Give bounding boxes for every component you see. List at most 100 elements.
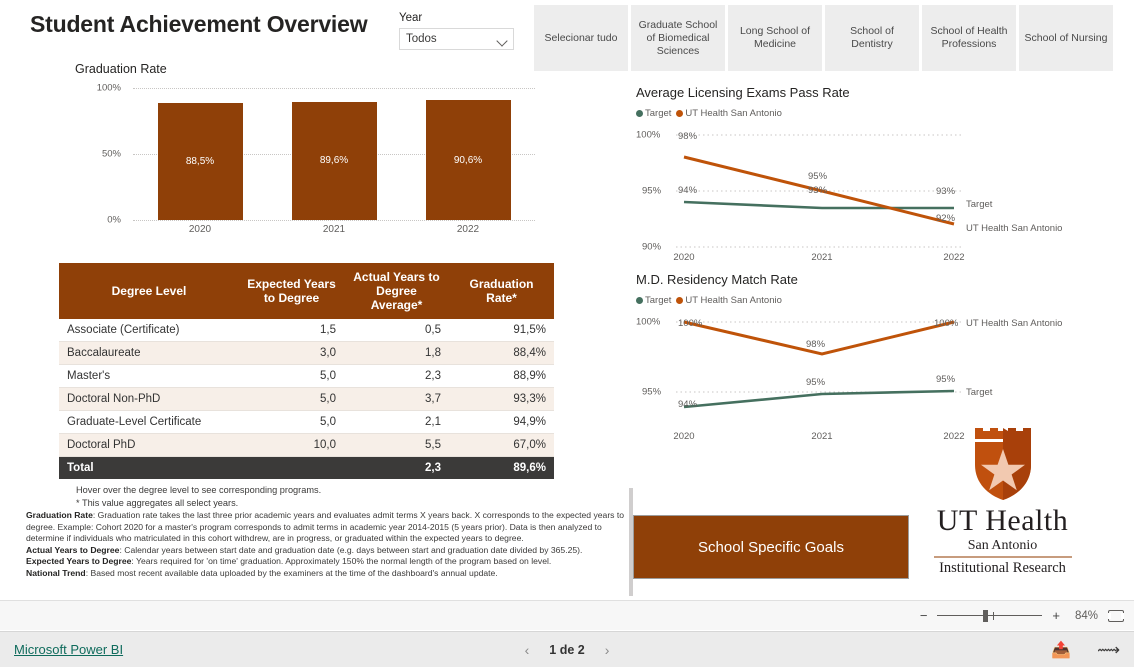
residency-match-legend: Target UT Health San Antonio (636, 295, 1134, 306)
graduation-rate-chart-title: Graduation Rate (75, 62, 167, 76)
cell-degree-level: Associate (Certificate) (59, 319, 239, 342)
footnote-label: Graduation Rate (26, 510, 93, 520)
bar[interactable]: 88,5% (157, 103, 243, 220)
table-row[interactable]: Master's 5,0 2,3 88,9% (59, 364, 554, 388)
data-label: 93% (936, 186, 956, 197)
school-button-biomedical-sciences[interactable]: Graduate School of Biomedical Sciences (631, 5, 725, 71)
legend-dot-icon (636, 110, 643, 117)
cell-actual-years: 2,3 (344, 364, 449, 388)
x-tick-label: 2020 (673, 431, 695, 442)
zoom-out-button[interactable]: − (920, 608, 928, 623)
cell-total-label: Total (59, 456, 239, 479)
column-header-degree-level[interactable]: Degree Level (59, 263, 239, 319)
cell-expected-years: 5,0 (239, 364, 344, 388)
zoom-percent-label: 84% (1074, 609, 1098, 622)
year-slicer: Year Todos (399, 12, 514, 50)
cell-expected-years: 10,0 (239, 433, 344, 457)
school-specific-goals-button[interactable]: School Specific Goals (633, 515, 909, 579)
x-tick-label: 2021 (322, 224, 346, 235)
school-button-nursing[interactable]: School of Nursing (1019, 5, 1113, 71)
bar[interactable]: 89,6% (291, 101, 377, 220)
graduation-rate-chart[interactable]: Graduation Rate 100% 50% 0% 88,5% 89,6% (63, 62, 553, 252)
fit-to-page-icon[interactable] (1108, 609, 1124, 622)
logo-ut-health-text: UT Health (936, 504, 1069, 537)
legend-dot-icon (676, 297, 684, 304)
shield-icon (974, 428, 1031, 500)
cell-actual-years: 3,7 (344, 387, 449, 411)
year-slicer-label: Year (399, 12, 423, 24)
legend-item-target[interactable]: Target (636, 108, 671, 119)
legend-label: Target (645, 295, 672, 306)
cell-expected-years: 3,0 (239, 341, 344, 365)
column-header-expected-years[interactable]: Expected Years to Degree (239, 263, 344, 319)
cell-actual-years: 1,8 (344, 341, 449, 365)
data-label: 95% (936, 374, 956, 385)
data-label: 92% (936, 213, 956, 224)
data-label: 98% (678, 131, 698, 142)
licensing-exams-chart[interactable]: Average Licensing Exams Pass Rate Target… (636, 85, 1134, 263)
residency-match-chart[interactable]: M.D. Residency Match Rate Target UT Heal… (636, 272, 1134, 447)
powerbi-report-viewer: Student Achievement Overview Year Todos … (0, 0, 1134, 667)
cell-actual-years: 0,5 (344, 319, 449, 342)
y-tick-label: 50% (101, 148, 121, 160)
legend-item-target[interactable]: Target (636, 295, 671, 306)
cell-total-actual: 2,3 (344, 456, 449, 479)
bar-value-label: 89,6% (319, 155, 349, 167)
data-label: 100% (934, 318, 959, 329)
cell-graduation-rate: 91,5% (449, 319, 554, 342)
data-label: 98% (806, 339, 826, 350)
x-tick-label: 2021 (811, 252, 833, 263)
degree-level-matrix[interactable]: Degree Level Expected Years to Degree Ac… (59, 263, 554, 479)
zoom-toolbar: − + 84% (0, 600, 1134, 630)
cell-graduation-rate: 93,3% (449, 387, 554, 411)
share-icon[interactable]: 📤 (1051, 640, 1071, 660)
microsoft-power-bi-link[interactable]: Microsoft Power BI (14, 642, 123, 657)
x-tick-label: 2020 (673, 252, 695, 263)
bar[interactable]: 90,6% (425, 100, 511, 220)
cell-degree-level: Baccalaureate (59, 341, 239, 365)
table-row[interactable]: Doctoral Non-PhD 5,0 3,7 93,3% (59, 387, 554, 411)
footnote-text: : Based most recent available data uploa… (85, 567, 498, 578)
table-row[interactable]: Graduate-Level Certificate 5,0 2,1 94,9% (59, 410, 554, 434)
cell-graduation-rate: 88,4% (449, 341, 554, 365)
cell-graduation-rate: 88,9% (449, 364, 554, 388)
gridline (133, 220, 535, 221)
graduation-rate-bars: 88,5% 89,6% 90,6% (133, 88, 535, 220)
school-button-medicine[interactable]: Long School of Medicine (728, 5, 822, 71)
table-row[interactable]: Baccalaureate 3,0 1,8 88,4% (59, 341, 554, 365)
data-label: 95% (806, 377, 826, 388)
y-tick-label: 100% (96, 82, 121, 94)
legend-label: Target (645, 108, 672, 119)
footnote-expected-years: Expected Years to Degree: Years required… (26, 556, 626, 568)
zoom-in-button[interactable]: + (1052, 608, 1060, 623)
graduation-rate-x-axis: 2020 2021 2022 (133, 224, 535, 235)
legend-item-ut-health[interactable]: UT Health San Antonio (676, 295, 782, 306)
next-page-icon[interactable]: › (605, 642, 610, 658)
year-slicer-dropdown[interactable]: Todos (399, 28, 514, 50)
x-tick-label: 2020 (188, 224, 212, 235)
footnote-hover: Hover over the degree level to see corre… (76, 485, 322, 495)
column-header-actual-years[interactable]: Actual Years to Degree Average* (344, 263, 449, 319)
school-button-health-professions[interactable]: School of Health Professions (922, 5, 1016, 71)
legend-dot-icon (676, 110, 684, 117)
zoom-slider-thumb[interactable] (983, 609, 989, 622)
footnote-text: : Calendar years between start date and … (119, 544, 583, 555)
column-header-graduation-rate[interactable]: Graduation Rate* (449, 263, 554, 319)
fullscreen-icon[interactable]: ⟿ (1097, 640, 1120, 660)
previous-page-icon[interactable]: ‹ (525, 642, 530, 658)
licensing-exams-chart-title: Average Licensing Exams Pass Rate (636, 85, 850, 100)
table-row[interactable]: Associate (Certificate) 1,5 0,5 91,5% (59, 319, 554, 342)
footnote-graduation-rate: Graduation Rate: Graduation rate takes t… (26, 510, 626, 545)
legend-label: UT Health San Antonio (685, 108, 782, 119)
ut-health-logo: UT Health San Antonio Institutional Rese… (925, 425, 1080, 577)
cell-expected-years: 1,5 (239, 319, 344, 342)
table-row[interactable]: Doctoral PhD 10,0 5,5 67,0% (59, 433, 554, 457)
bar-value-label: 88,5% (185, 156, 215, 168)
series-end-label-ut-health: UT Health San Antonio (966, 318, 1063, 329)
cell-expected-years: 5,0 (239, 387, 344, 411)
report-footer: Microsoft Power BI ‹ 1 de 2 › 📤 ⟿ (0, 631, 1134, 667)
cell-graduation-rate: 67,0% (449, 433, 554, 457)
school-button-dentistry[interactable]: School of Dentistry (825, 5, 919, 71)
zoom-slider[interactable] (937, 609, 1043, 622)
legend-item-ut-health[interactable]: UT Health San Antonio (676, 108, 782, 119)
